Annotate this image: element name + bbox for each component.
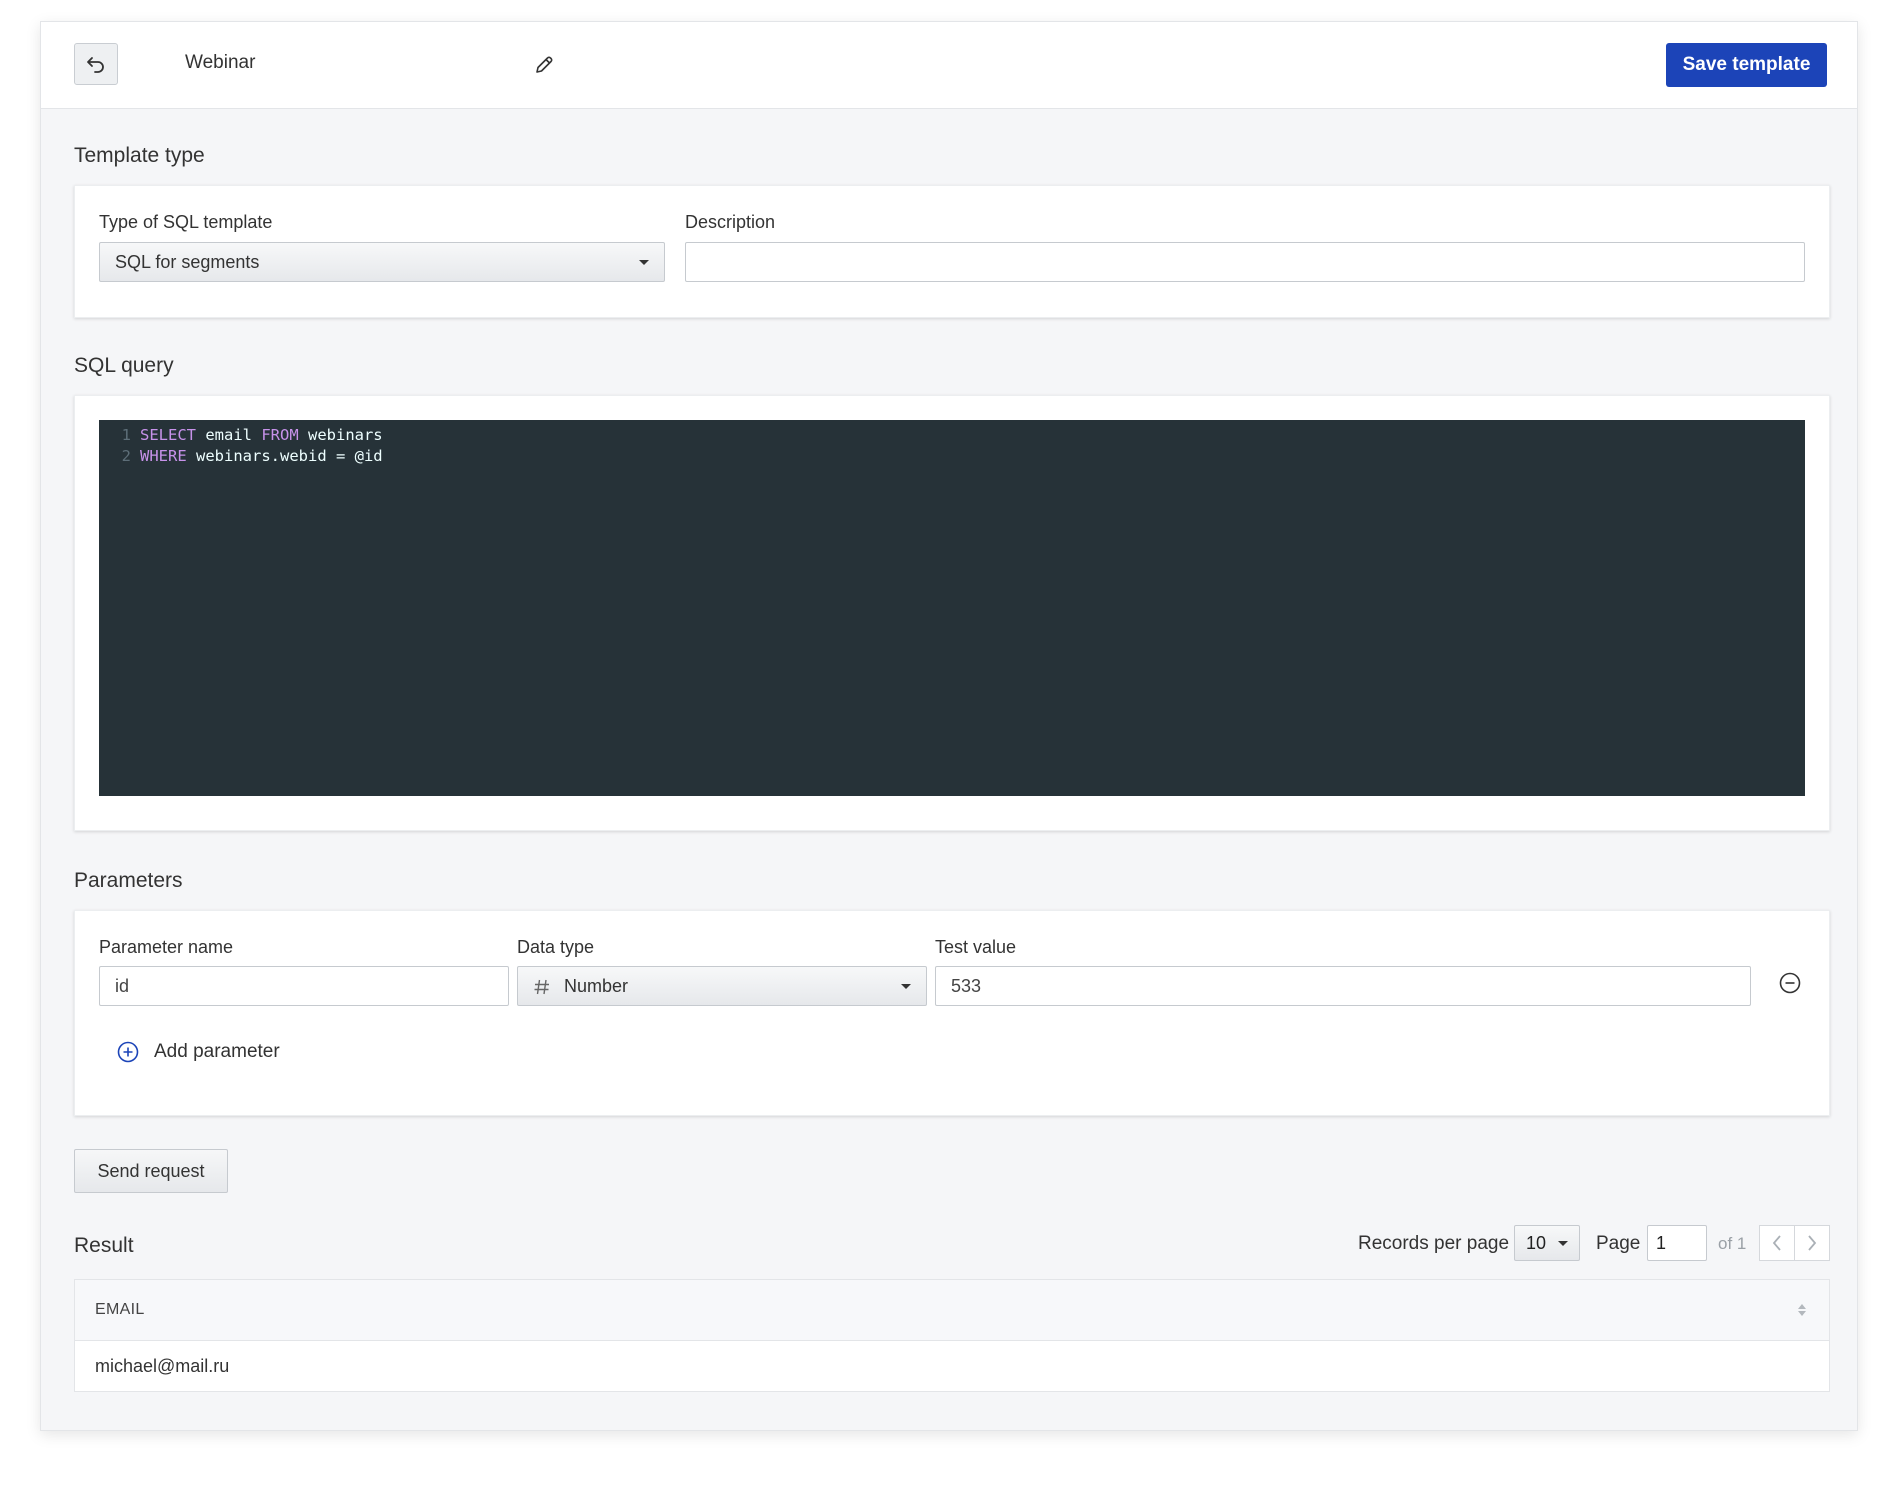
- caret-down-icon: [639, 260, 649, 265]
- sql-keyword: FROM: [261, 426, 299, 444]
- template-type-panel: Type of SQL template SQL for segments De…: [74, 185, 1830, 318]
- chevron-right-icon: [1808, 1235, 1817, 1251]
- sql-query-heading: SQL query: [74, 354, 174, 377]
- description-input[interactable]: [685, 242, 1805, 282]
- sql-text: email: [196, 426, 262, 444]
- pencil-icon[interactable]: [533, 54, 555, 76]
- data-type-label: Data type: [517, 937, 595, 957]
- sort-icon[interactable]: [1797, 1302, 1807, 1318]
- result-heading: Result: [74, 1234, 134, 1257]
- next-page-button[interactable]: [1794, 1225, 1830, 1261]
- send-request-button[interactable]: Send request: [74, 1149, 228, 1193]
- undo-arrow-icon: [87, 57, 104, 73]
- line-number: 1: [121, 426, 131, 444]
- template-editor-card: Webinar Save template Template type Type…: [40, 21, 1858, 1431]
- sql-text: webinars.webid = @id: [186, 447, 383, 465]
- plus-circle-icon: [117, 1041, 139, 1063]
- table-header: EMAIL: [75, 1280, 1829, 1341]
- records-per-page-select[interactable]: 10: [1514, 1225, 1580, 1261]
- back-button[interactable]: [74, 43, 118, 85]
- code-line[interactable]: 2 WHERE webinars.webid = @id: [99, 446, 1805, 467]
- parameters-panel: Parameter name Data type Test value id N…: [74, 910, 1830, 1116]
- sql-text: webinars: [298, 426, 383, 444]
- result-table: EMAIL michael@mail.ru: [74, 1279, 1830, 1392]
- table-row: michael@mail.ru: [75, 1341, 1829, 1391]
- test-value-input[interactable]: 533: [935, 966, 1751, 1006]
- sql-keyword: WHERE: [140, 447, 187, 465]
- top-bar: Webinar Save template: [41, 22, 1857, 109]
- caret-down-icon: [1558, 1241, 1568, 1246]
- table-cell-email: michael@mail.ru: [95, 1356, 230, 1376]
- page-label: Page: [1596, 1233, 1641, 1254]
- records-per-page-label: Records per page: [1358, 1233, 1510, 1254]
- hash-icon: [534, 979, 549, 995]
- template-type-heading: Template type: [74, 144, 205, 167]
- line-number: 2: [121, 447, 131, 465]
- parameters-heading: Parameters: [74, 869, 183, 892]
- add-parameter-button[interactable]: Add parameter: [117, 1041, 280, 1063]
- sql-keyword: SELECT: [140, 426, 196, 444]
- sql-template-type-value: SQL for segments: [115, 252, 260, 272]
- parameter-name-input[interactable]: id: [99, 966, 509, 1006]
- sql-code-editor[interactable]: 1 SELECT email FROM webinars 2 WHERE webina…: [99, 420, 1805, 796]
- save-template-button[interactable]: Save template: [1666, 43, 1827, 87]
- minus-circle-icon[interactable]: [1778, 971, 1802, 995]
- page-number-input[interactable]: 1: [1647, 1225, 1707, 1261]
- records-per-page-value: 10: [1526, 1233, 1547, 1253]
- type-of-sql-template-label: Type of SQL template: [99, 212, 273, 232]
- sql-query-panel: 1 SELECT email FROM webinars 2 WHERE webina…: [74, 395, 1830, 831]
- test-value-label: Test value: [935, 937, 1017, 957]
- data-type-select[interactable]: Number: [517, 966, 927, 1006]
- add-parameter-label: Add parameter: [154, 1041, 280, 1062]
- description-label: Description: [685, 212, 776, 232]
- sql-template-type-select[interactable]: SQL for segments: [99, 242, 665, 282]
- previous-page-button[interactable]: [1759, 1225, 1795, 1261]
- caret-down-icon: [901, 984, 911, 989]
- page-total-text: of 1: [1718, 1234, 1747, 1253]
- parameter-name-label: Parameter name: [99, 937, 234, 957]
- column-header-email[interactable]: EMAIL: [95, 1301, 145, 1319]
- template-title[interactable]: Webinar: [185, 52, 255, 74]
- code-line[interactable]: 1 SELECT email FROM webinars: [99, 425, 1805, 446]
- data-type-value: Number: [564, 976, 629, 996]
- chevron-left-icon: [1772, 1235, 1781, 1251]
